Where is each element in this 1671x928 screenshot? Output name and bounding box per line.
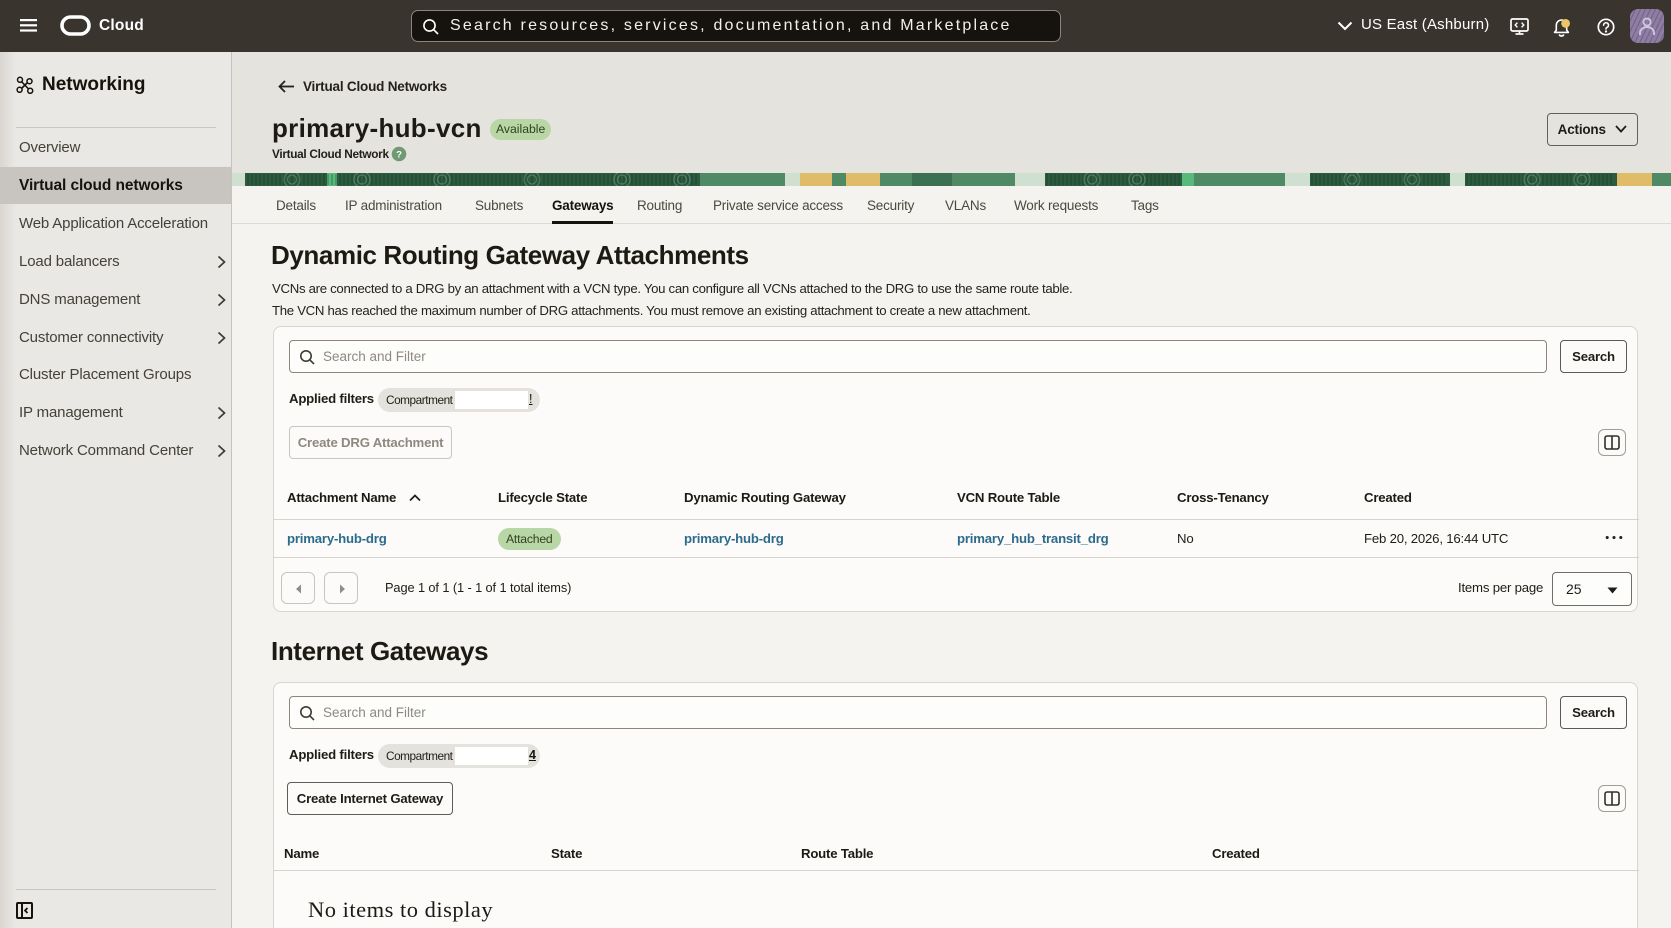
svg-text:?: ? xyxy=(396,150,402,161)
